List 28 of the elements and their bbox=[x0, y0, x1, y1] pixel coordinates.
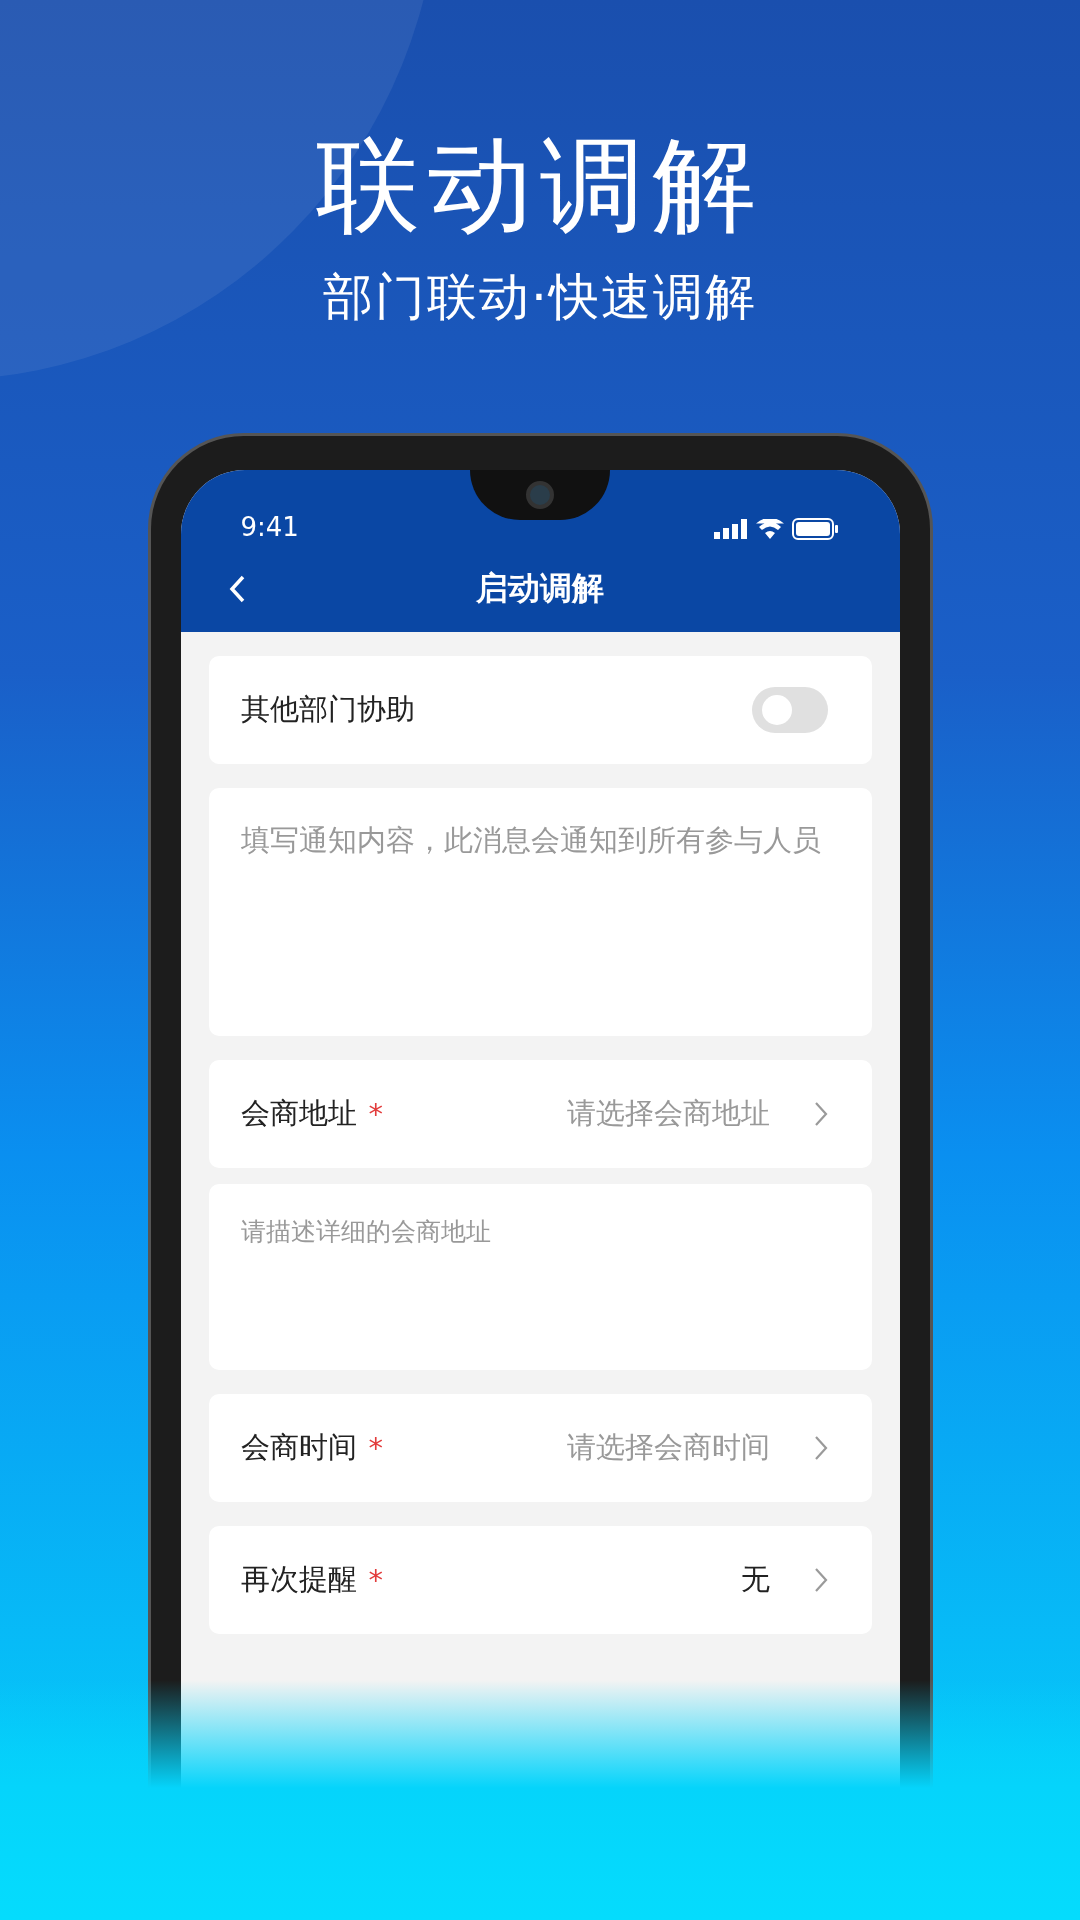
required-mark: * bbox=[368, 1097, 383, 1132]
battery-icon bbox=[791, 518, 838, 541]
select-row[interactable]: 会商时间 * 请选择会商时间 bbox=[208, 1394, 872, 1503]
input-field[interactable]: 请描述详细的会商地址 bbox=[208, 1184, 872, 1371]
required-mark: * bbox=[368, 1431, 383, 1466]
chevron-right-icon bbox=[813, 1101, 828, 1128]
toggle-switch[interactable] bbox=[751, 687, 828, 734]
signal-icon bbox=[713, 519, 748, 540]
chevron-right-icon bbox=[813, 1435, 828, 1462]
wifi-icon bbox=[755, 519, 784, 540]
select-row[interactable]: 再次提醒 * 无 bbox=[208, 1526, 872, 1635]
camera-icon bbox=[526, 481, 554, 510]
select-value: 无 bbox=[740, 1561, 770, 1599]
status-time: 9:41 bbox=[240, 512, 299, 545]
screen-title: 启动调解 bbox=[476, 568, 604, 610]
select-placeholder: 请选择会商地址 bbox=[566, 1095, 770, 1133]
headline: 联动调解 bbox=[316, 128, 764, 243]
field-label: 再次提醒 bbox=[240, 1561, 357, 1599]
field-label: 其他部门协助 bbox=[240, 691, 415, 729]
back-icon[interactable] bbox=[228, 575, 245, 604]
input-field[interactable]: 填写通知内容，此消息会通知到所有参与人员 bbox=[208, 788, 872, 1037]
subtitle: 部门联动·快速调解 bbox=[323, 270, 757, 326]
field-label: 会商地址 bbox=[240, 1095, 357, 1133]
required-mark: * bbox=[368, 1563, 383, 1598]
select-placeholder: 请选择会商时间 bbox=[566, 1429, 770, 1467]
select-row[interactable]: 会商地址 * 请选择会商地址 bbox=[208, 1060, 872, 1169]
chevron-right-icon bbox=[813, 1567, 828, 1594]
field-label: 会商时间 bbox=[240, 1429, 357, 1467]
